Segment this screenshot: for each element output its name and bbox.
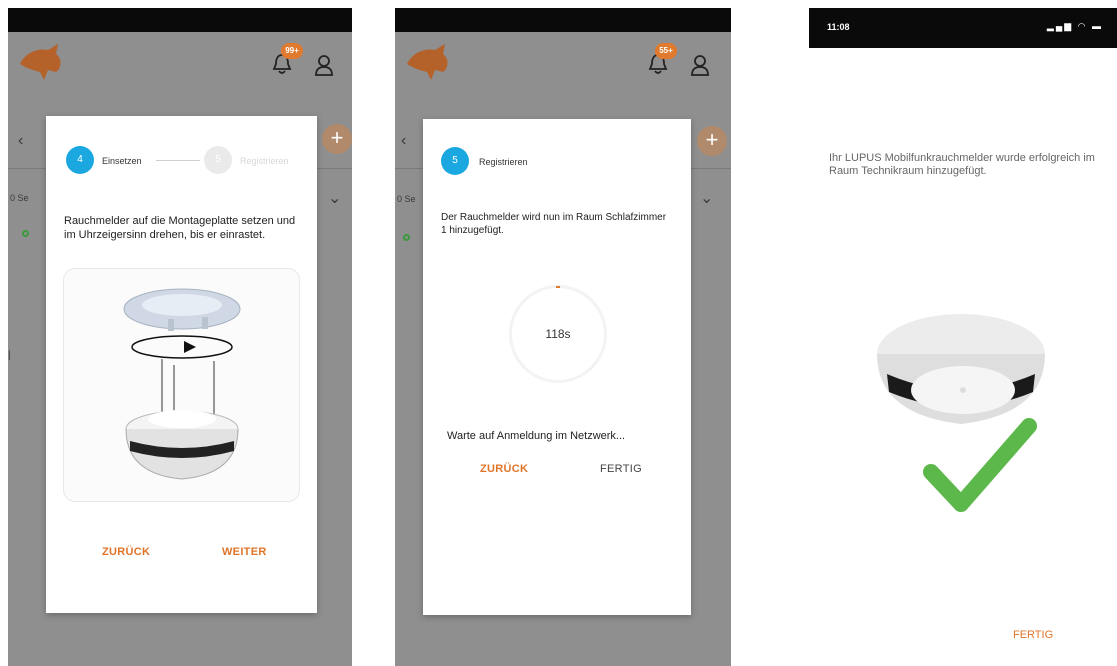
plus-icon[interactable]: + bbox=[697, 126, 727, 156]
edge-handle: | bbox=[8, 350, 11, 361]
status-time: 11:08 bbox=[827, 22, 850, 32]
step-label-current: Einsetzen bbox=[102, 156, 142, 166]
waiting-text: Warte auf Anmeldung im Netzwerk... bbox=[447, 430, 626, 442]
step-label-next: Registrieren bbox=[240, 156, 289, 166]
back-button[interactable]: ZURÜCK bbox=[102, 546, 150, 558]
phone-screen-register-step: 55+ ‹ + 0 Se ⌄ 5 Registrieren Der Rauchm… bbox=[395, 8, 731, 666]
step-connector bbox=[156, 160, 200, 161]
chevron-down-icon[interactable]: ⌄ bbox=[328, 188, 341, 208]
pairing-dialog: 5 Registrieren Der Rauchmelder wird nun … bbox=[423, 119, 691, 615]
success-sheet: Ihr LUPUS Mobilfunkrauchmelder wurde erf… bbox=[809, 52, 1117, 666]
chevron-left-icon[interactable]: ‹ bbox=[18, 132, 23, 150]
phone-screen-insert-step: 99+ ‹ + 0 Se ⌄ | 4 Einsetzen 5 Registrie… bbox=[8, 8, 352, 666]
done-button[interactable]: FERTIG bbox=[600, 463, 642, 475]
status-dot bbox=[403, 234, 410, 241]
step-number-current: 5 bbox=[441, 147, 469, 175]
user-icon[interactable] bbox=[691, 54, 709, 76]
ios-status-bar: 11:08 ▂▄▆ ◠ ▬ bbox=[809, 8, 1117, 48]
countdown-progress-mark bbox=[556, 286, 560, 288]
bg-section-label: 0 Se bbox=[397, 194, 416, 204]
done-button[interactable]: FERTIG bbox=[1013, 629, 1053, 641]
user-icon[interactable] bbox=[315, 54, 333, 76]
status-dot bbox=[22, 230, 29, 237]
chevron-left-icon[interactable]: ‹ bbox=[401, 132, 406, 150]
countdown-value: 118s bbox=[545, 327, 571, 341]
smoke-detector-mount-diagram bbox=[123, 288, 241, 480]
bg-section-label: 0 Se bbox=[10, 193, 29, 203]
back-button[interactable]: ZURÜCK bbox=[480, 463, 528, 475]
step-number-next: 5 bbox=[204, 146, 232, 174]
pairing-dialog: 4 Einsetzen 5 Registrieren Rauchmelder a… bbox=[46, 116, 317, 613]
plus-icon[interactable]: + bbox=[322, 124, 352, 154]
notification-badge: 99+ bbox=[281, 43, 303, 59]
next-button[interactable]: WEITER bbox=[222, 546, 267, 558]
app-bar: 55+ bbox=[395, 32, 731, 96]
status-bar bbox=[395, 8, 731, 32]
phone-screen-success: 11:08 ▂▄▆ ◠ ▬ Ihr LUPUS Mobilfunkrauchme… bbox=[809, 8, 1117, 666]
status-bar bbox=[8, 8, 352, 32]
step-label-current: Registrieren bbox=[479, 157, 528, 167]
fox-logo-icon bbox=[407, 44, 448, 80]
app-bar: 99+ bbox=[8, 32, 352, 96]
checkmark-icon bbox=[923, 418, 1037, 512]
instruction-text: Rauchmelder auf die Montageplatte setzen… bbox=[64, 215, 296, 241]
status-icons: ▂▄▆ ◠ ▬ bbox=[1046, 21, 1103, 31]
step-number-current: 4 bbox=[66, 146, 94, 174]
notification-badge: 55+ bbox=[655, 43, 677, 59]
fox-logo-icon bbox=[20, 44, 61, 80]
instruction-text: Der Rauchmelder wird nun im Raum Schlafz… bbox=[441, 212, 667, 236]
mounting-illustration bbox=[63, 268, 300, 502]
chevron-down-icon[interactable]: ⌄ bbox=[700, 188, 713, 208]
success-message: Ihr LUPUS Mobilfunkrauchmelder wurde erf… bbox=[829, 152, 1095, 177]
